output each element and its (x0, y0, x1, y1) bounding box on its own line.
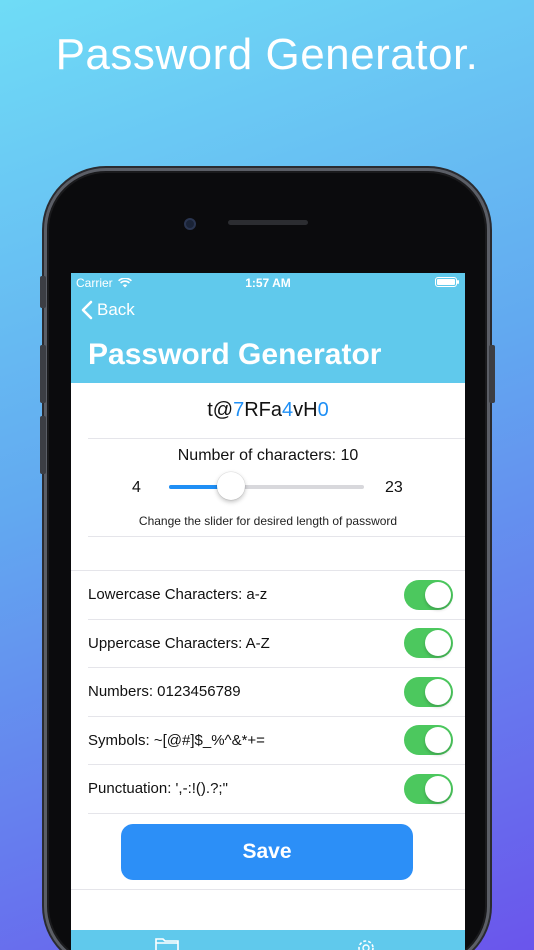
option-row-lowercase: Lowercase Characters: a-z (88, 571, 465, 620)
option-label: Lowercase Characters: a-z (88, 586, 268, 604)
uppercase-toggle[interactable] (404, 628, 453, 659)
status-time: 1:57 AM (245, 276, 291, 290)
section-gap (71, 537, 465, 571)
numbers-toggle[interactable] (404, 676, 453, 707)
password-segment: RFa (244, 399, 283, 421)
password-segment: vH (293, 399, 318, 421)
mute-switch (40, 276, 46, 308)
folder-icon[interactable] (154, 936, 180, 950)
save-button[interactable]: Save (121, 823, 413, 880)
volume-up-button (40, 345, 46, 403)
option-row-uppercase: Uppercase Characters: A-Z (88, 620, 465, 668)
content: t@ 7 RFa 4 vH 0 Number of characters: 10 4 23… (71, 383, 465, 890)
power-button (489, 345, 495, 403)
status-bar: Carrier 1:57 AM (71, 274, 465, 290)
options-list: Lowercase Characters: a-z Uppercase Char… (71, 571, 465, 814)
option-row-numbers: Numbers: 0123456789 (88, 668, 465, 717)
symbols-toggle[interactable] (404, 725, 453, 756)
password-segment: 0 (317, 399, 329, 421)
length-section: Number of characters: 10 4 23 Change the… (88, 439, 465, 537)
option-label: Symbols: ~[@#]$_%^&*+= (88, 731, 265, 749)
option-label: Punctuation: ',-:!().?;" (88, 780, 228, 798)
option-label: Numbers: 0123456789 (88, 683, 241, 701)
battery-icon (435, 277, 459, 287)
chevron-left-icon (81, 300, 93, 320)
save-section: Save (71, 814, 465, 890)
front-camera (184, 218, 196, 230)
screen: Carrier 1:57 AM Back Password Generator … (71, 273, 465, 950)
slider-hint: Change the slider for desired length of … (138, 514, 398, 528)
volume-down-button (40, 416, 46, 474)
headline: Password Generator. (55, 30, 479, 79)
navigation-bar: Carrier 1:57 AM Back Password Generator (71, 273, 465, 383)
option-row-symbols: Symbols: ~[@#]$_%^&*+= (88, 717, 465, 765)
gear-icon[interactable] (353, 936, 379, 950)
length-slider[interactable] (169, 472, 364, 500)
length-label: Number of characters: 10 (177, 447, 359, 464)
page-title: Password Generator (88, 338, 382, 371)
slider-thumb[interactable] (216, 472, 245, 500)
password-segment: 7 (233, 399, 245, 421)
generated-password[interactable]: t@ 7 RFa 4 vH 0 (88, 383, 465, 439)
back-button[interactable]: Back (81, 300, 135, 320)
password-segment: t@ (207, 399, 234, 421)
back-label: Back (97, 300, 135, 319)
option-label: Uppercase Characters: A-Z (88, 634, 270, 652)
lowercase-toggle[interactable] (404, 579, 453, 610)
password-segment: 4 (282, 399, 294, 421)
punctuation-toggle[interactable] (404, 773, 453, 804)
slider-min-label: 4 (132, 479, 141, 496)
tab-bar (71, 930, 465, 950)
option-row-punctuation: Punctuation: ',-:!().?;" (88, 765, 465, 814)
slider-max-label: 23 (385, 479, 403, 496)
earpiece-speaker (228, 220, 308, 225)
